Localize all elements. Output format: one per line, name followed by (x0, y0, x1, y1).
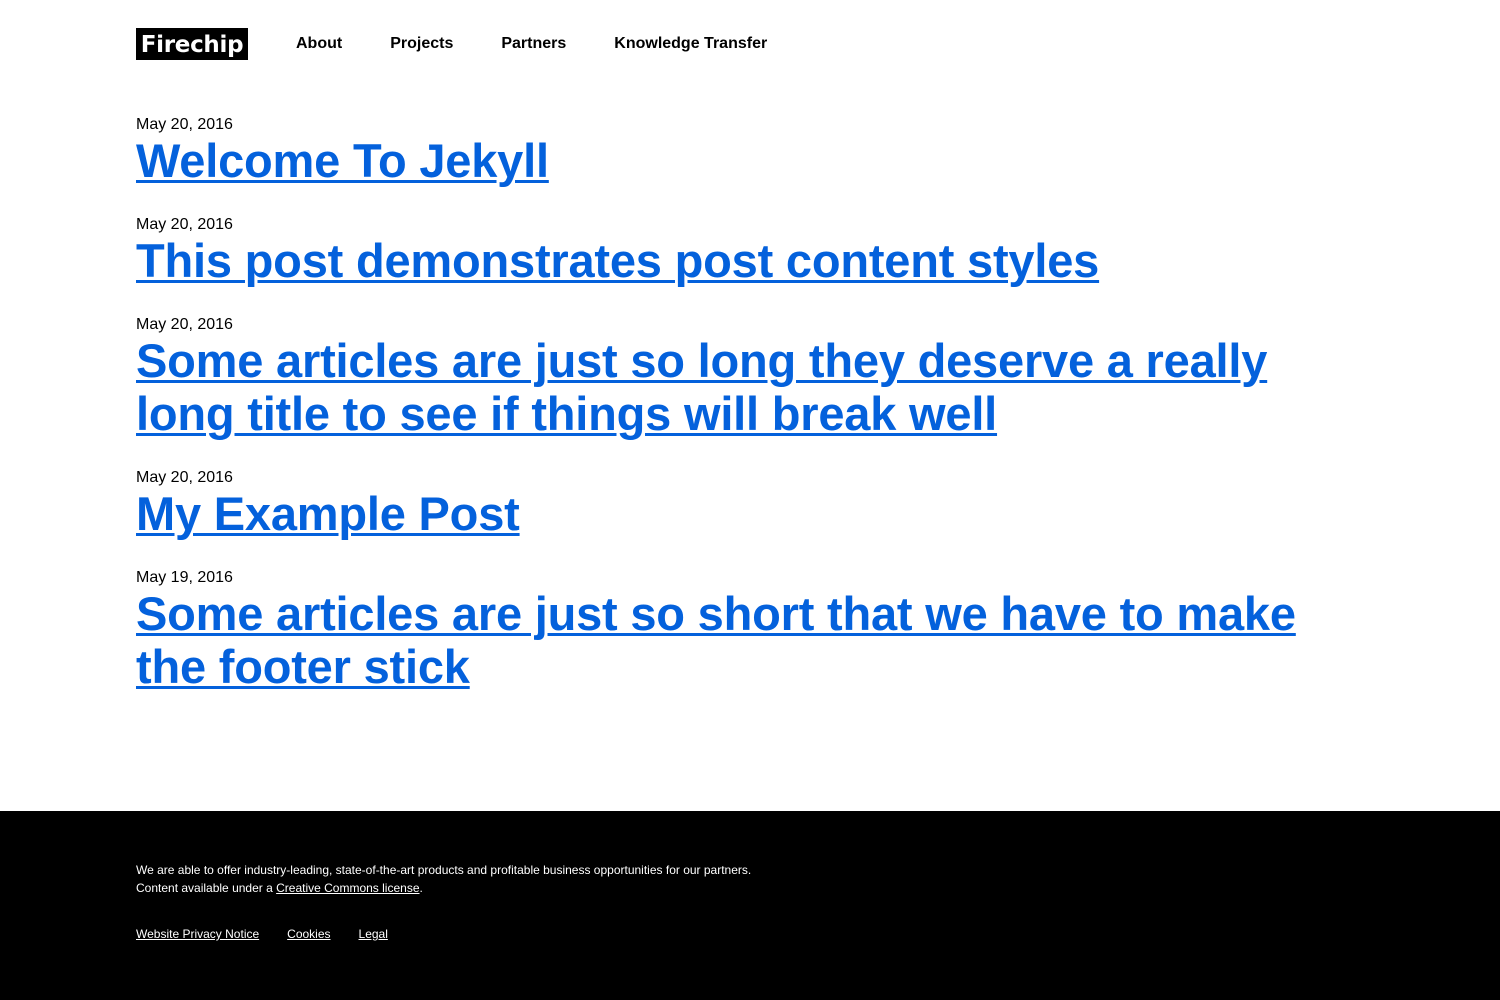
post-title-link[interactable]: Some articles are just so long they dese… (136, 334, 1376, 440)
footer-tagline: We are able to offer industry-leading, s… (136, 863, 752, 877)
nav-item-about[interactable]: About (296, 35, 342, 53)
license-prefix: Content available under a (136, 881, 277, 895)
site-footer: We are able to offer industry-leading, s… (0, 811, 1500, 1000)
firechip-logo[interactable]: Firechip (136, 28, 248, 60)
post-item: May 20, 2016 My Example Post (136, 468, 1376, 540)
post-title-link[interactable]: Welcome To Jekyll (136, 134, 1376, 187)
site-header: Firechip About Projects Partners Knowled… (136, 28, 815, 60)
post-date: May 20, 2016 (136, 216, 233, 233)
nav-item-partners[interactable]: Partners (501, 35, 566, 53)
nav-item-knowledge-transfer[interactable]: Knowledge Transfer (614, 35, 767, 53)
post-list: May 20, 2016 Welcome To Jekyll May 20, 2… (136, 115, 1376, 721)
privacy-notice-link[interactable]: Website Privacy Notice (136, 927, 259, 941)
main-nav: About Projects Partners Knowledge Transf… (296, 35, 815, 53)
post-date: May 20, 2016 (136, 116, 233, 133)
footer-links: Website Privacy Notice Cookies Legal (136, 927, 416, 941)
post-title-link[interactable]: This post demonstrates post content styl… (136, 234, 1376, 287)
cookies-link[interactable]: Cookies (287, 927, 330, 941)
footer-text: We are able to offer industry-leading, s… (136, 861, 751, 897)
license-suffix: . (419, 881, 423, 895)
nav-item-projects[interactable]: Projects (390, 35, 453, 53)
post-date: May 19, 2016 (136, 569, 233, 586)
post-item: May 19, 2016 Some articles are just so s… (136, 568, 1376, 693)
legal-link[interactable]: Legal (359, 927, 388, 941)
post-date: May 20, 2016 (136, 469, 233, 486)
post-title-link[interactable]: My Example Post (136, 487, 1376, 540)
post-date: May 20, 2016 (136, 316, 233, 333)
post-item: May 20, 2016 This post demonstrates post… (136, 215, 1376, 287)
post-item: May 20, 2016 Welcome To Jekyll (136, 115, 1376, 187)
post-title-link[interactable]: Some articles are just so short that we … (136, 587, 1376, 693)
post-item: May 20, 2016 Some articles are just so l… (136, 315, 1376, 440)
footer-license: Content available under a Creative Commo… (136, 879, 751, 897)
creative-commons-link[interactable]: Creative Commons license (276, 881, 419, 895)
